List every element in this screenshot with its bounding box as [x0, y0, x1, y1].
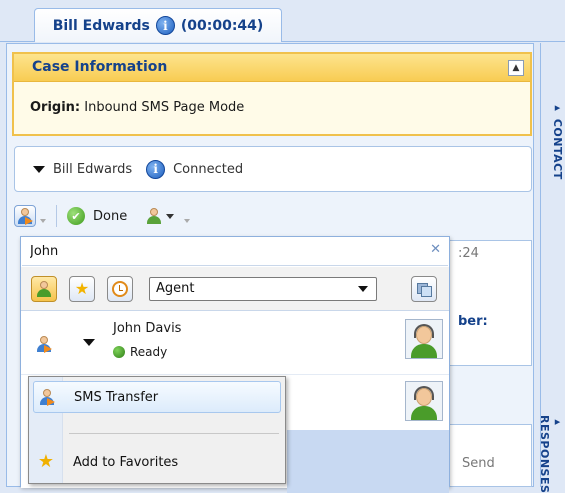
type-select[interactable]: Agent — [149, 277, 377, 301]
done-button[interactable]: Done — [93, 209, 127, 224]
filter-recent-button[interactable] — [107, 276, 133, 302]
interaction-toolbar: ✔ Done — [14, 200, 284, 232]
agent-status: Ready — [113, 345, 167, 359]
info-icon[interactable]: i — [146, 159, 166, 179]
tab-label: Bill Edwards — [52, 17, 150, 34]
chevron-down-icon[interactable] — [166, 213, 175, 219]
filter-agents-button[interactable] — [31, 276, 57, 302]
tab-contact[interactable]: ▸ CONTACT — [544, 101, 564, 180]
context-menu: SMS Transfer ★ Add to Favorites — [28, 376, 286, 484]
chevron-down-icon[interactable] — [83, 339, 95, 346]
tab-responses[interactable]: ▸ RESPONSES — [538, 415, 564, 493]
search-input[interactable] — [22, 238, 448, 266]
row-highlight — [287, 430, 449, 493]
case-origin: Origin: Inbound SMS Page Mode — [30, 100, 244, 115]
menu-item-label: SMS Transfer — [74, 389, 159, 405]
conference-button[interactable] — [145, 207, 175, 225]
case-information-title: Case Information — [32, 59, 168, 75]
side-tabs: ▸ CONTACT ▸ RESPONSES — [538, 43, 565, 493]
menu-separator — [69, 433, 279, 434]
status-ready-icon — [113, 346, 125, 358]
toolbar-separator — [56, 205, 57, 227]
chevron-down-icon[interactable] — [184, 219, 191, 223]
send-button[interactable]: Send — [462, 456, 495, 471]
conversation-member: ber: — [458, 314, 488, 329]
check-icon: ✔ — [67, 207, 85, 225]
case-information-panel: Case Information ▲ Origin: Inbound SMS P… — [12, 52, 532, 136]
party-row[interactable]: Bill Edwards i Connected — [14, 146, 532, 192]
directory-icon — [416, 281, 432, 297]
list-item[interactable]: John Davis Ready — [21, 313, 449, 375]
tab-interaction[interactable]: Bill Edwards i (00:00:44) — [34, 8, 282, 42]
case-information-header[interactable]: Case Information ▲ — [14, 54, 530, 82]
chevron-down-icon[interactable] — [33, 165, 45, 173]
agent-icon — [35, 280, 53, 298]
party-status: Connected — [173, 161, 244, 177]
origin-label: Origin: — [30, 100, 81, 115]
chevron-down-icon[interactable] — [40, 219, 46, 223]
collapse-icon[interactable]: ▲ — [508, 60, 524, 76]
origin-value: Inbound SMS Page Mode — [84, 100, 245, 115]
filter-bar: ★ Agent — [21, 267, 449, 311]
conference-icon — [145, 207, 163, 225]
clock-icon — [112, 281, 128, 297]
add-star-icon: ★ — [37, 451, 55, 472]
menu-item-add-to-favorites[interactable]: ★ Add to Favorites — [33, 446, 281, 478]
star-icon: ★ — [74, 279, 90, 298]
conversation-time: :24 — [458, 246, 479, 261]
menu-item-label: Add to Favorites — [73, 454, 179, 470]
type-select-value: Agent — [156, 281, 195, 296]
avatar — [405, 319, 443, 359]
tab-responses-label: RESPONSES — [538, 415, 551, 493]
transfer-agent-icon — [16, 207, 34, 225]
party-name: Bill Edwards — [53, 161, 133, 177]
tab-contact-label: CONTACT — [551, 118, 564, 180]
info-icon[interactable]: i — [155, 16, 175, 35]
transfer-agent-icon[interactable] — [35, 335, 53, 353]
tab-timer: (00:00:44) — [180, 17, 264, 34]
close-icon[interactable]: ✕ — [430, 242, 441, 257]
agent-name: John Davis — [113, 321, 182, 336]
menu-item-sms-transfer[interactable]: SMS Transfer — [33, 381, 281, 413]
directory-button[interactable] — [411, 276, 437, 302]
transfer-agent-button[interactable] — [14, 205, 36, 227]
avatar — [405, 381, 443, 421]
chevron-down-icon — [358, 286, 368, 292]
agent-status-label: Ready — [130, 345, 168, 359]
transfer-agent-icon — [38, 388, 56, 406]
filter-favorites-button[interactable]: ★ — [69, 276, 95, 302]
